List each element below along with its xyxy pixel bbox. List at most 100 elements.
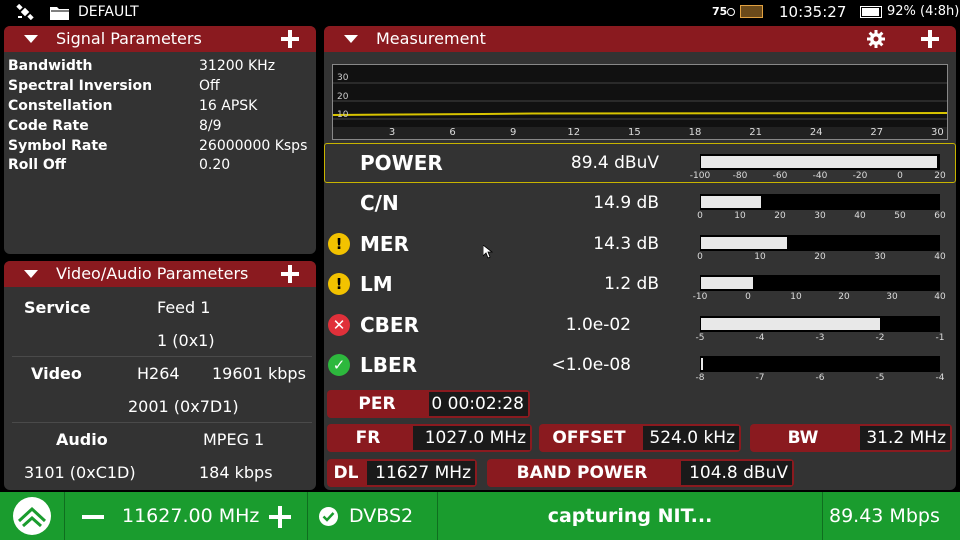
scale-tick: -8 [695, 373, 705, 383]
mouse-cursor-icon [483, 245, 493, 259]
band-power-field[interactable]: BAND POWER 104.8 dBuV [487, 459, 794, 487]
temperature-readout: 75 [712, 5, 728, 18]
param-value: 8/9 [199, 118, 222, 134]
audio-bitrate: 184 kbps [199, 463, 273, 482]
level-bar [700, 235, 940, 251]
param-label: Constellation [8, 98, 113, 114]
add-icon[interactable] [281, 265, 299, 283]
scale-tick: -1 [935, 333, 945, 343]
scale-tick: 30 [814, 211, 826, 221]
scale-tick: -7 [755, 373, 765, 383]
level-scale: 0 10 20 30 40 [694, 251, 946, 263]
scale-tick: -5 [875, 373, 885, 383]
collapse-arrow-icon[interactable] [24, 270, 38, 278]
graph-x-tick: 18 [688, 127, 702, 138]
scale-tick: -60 [772, 171, 788, 181]
graph-x-tick: 21 [749, 127, 762, 138]
divider [12, 422, 312, 423]
fr-field[interactable]: FR 1027.0 MHz [327, 424, 532, 452]
graph-y-tick: 30 [337, 73, 349, 83]
graph-x-tick: 27 [870, 127, 884, 138]
graph-x-tick: 3 [388, 127, 396, 138]
per-value: 0 00:02:28 [429, 392, 528, 416]
add-icon[interactable] [921, 30, 939, 48]
scale-tick: 60 [934, 211, 946, 221]
scale-tick: 10 [790, 292, 802, 302]
param-value: 26000000 Ksps [199, 138, 308, 154]
scale-tick: 40 [854, 211, 866, 221]
battery-icon [860, 6, 882, 18]
measurement-name: MER [360, 232, 409, 256]
param-label: Symbol Rate [8, 138, 108, 154]
scale-tick: -80 [732, 171, 748, 181]
per-field[interactable]: PER 0 00:02:28 [327, 390, 530, 418]
scale-tick: 0 [697, 211, 703, 221]
gear-icon[interactable] [867, 30, 885, 48]
service-id: 1 (0x1) [157, 331, 215, 350]
dl-field[interactable]: DL 11627 MHz [327, 459, 477, 487]
measurement-value: 1.2 dB [604, 274, 659, 294]
video-audio-title: Video/Audio Parameters [56, 264, 249, 283]
measurement-header[interactable]: Measurement [324, 26, 956, 52]
home-logo-icon[interactable] [13, 497, 51, 535]
video-audio-header[interactable]: Video/Audio Parameters [4, 261, 316, 287]
warning-icon: ! [328, 233, 350, 255]
bw-field[interactable]: BW 31.2 MHz [750, 424, 952, 452]
bw-label: BW [787, 428, 819, 448]
level-scale: -100 -80 -60 -40 -20 0 20 [690, 170, 946, 182]
video-bitrate: 19601 kbps [212, 364, 306, 383]
profile-name[interactable]: DEFAULT [78, 0, 139, 24]
bw-value: 31.2 MHz [860, 426, 950, 450]
graph-x-tick: 9 [510, 127, 517, 138]
frequency-display[interactable]: 11627.00 MHz [122, 492, 259, 540]
bottom-bar: 11627.00 MHz DVBS2 capturing NIT... 89.4… [0, 492, 960, 540]
level-scale: 0 10 20 30 40 50 60 [694, 210, 946, 222]
offset-label: OFFSET [552, 428, 626, 448]
level-bar-fill [701, 237, 787, 249]
scale-tick: 40 [934, 292, 946, 302]
level-bar-fill [701, 196, 761, 208]
param-value: 0.20 [199, 157, 231, 173]
scale-tick: -5 [695, 333, 705, 343]
plus-icon[interactable] [269, 506, 291, 528]
measurement-name: POWER [360, 151, 443, 175]
divider [822, 492, 823, 540]
graph-x-tick: 12 [567, 127, 581, 138]
scale-tick: 0 [745, 292, 751, 302]
scale-tick: 40 [934, 252, 946, 262]
scale-tick: 20 [774, 211, 786, 221]
level-bar [700, 316, 940, 332]
level-scale: -8 -7 -6 -5 -4 [694, 372, 946, 384]
status-message: capturing NIT... [547, 505, 713, 527]
add-icon[interactable] [281, 30, 299, 48]
signal-parameters-title: Signal Parameters [56, 29, 202, 48]
divider [307, 492, 308, 540]
fr-label: FR [355, 428, 381, 448]
param-label: Bandwidth [8, 58, 93, 74]
folder-icon[interactable] [50, 5, 70, 20]
status-bar: DEFAULT 75 10:35:27 92% (4:8h) [0, 0, 960, 24]
measurement-value: <1.0e-08 [551, 355, 631, 375]
offset-field[interactable]: OFFSET 524.0 kHz [539, 424, 741, 452]
scale-tick: -10 [692, 292, 708, 302]
collapse-arrow-icon[interactable] [24, 35, 38, 43]
standard-display[interactable]: DVBS2 [349, 492, 413, 540]
audio-label: Audio [56, 430, 108, 449]
graph-x-tick: 6 [449, 127, 456, 138]
scale-tick: 10 [754, 252, 766, 262]
level-bar-fill [701, 358, 703, 370]
minus-icon[interactable] [82, 506, 104, 528]
signal-parameters-header[interactable]: Signal Parameters [4, 26, 316, 52]
collapse-arrow-icon[interactable] [344, 35, 358, 43]
scale-tick: 30 [874, 252, 886, 262]
graph-x-tick: 30 [931, 127, 944, 138]
satellite-icon[interactable] [16, 3, 34, 21]
error-icon: ✕ [328, 314, 350, 336]
scale-tick: -100 [689, 171, 711, 181]
lnb-power-icon [740, 5, 763, 18]
measurement-value: 14.9 dB [593, 193, 659, 213]
scale-tick: -40 [812, 171, 828, 181]
divider [12, 356, 312, 357]
measurement-value: 89.4 dBuV [570, 153, 659, 173]
param-value: 16 APSK [199, 98, 258, 114]
